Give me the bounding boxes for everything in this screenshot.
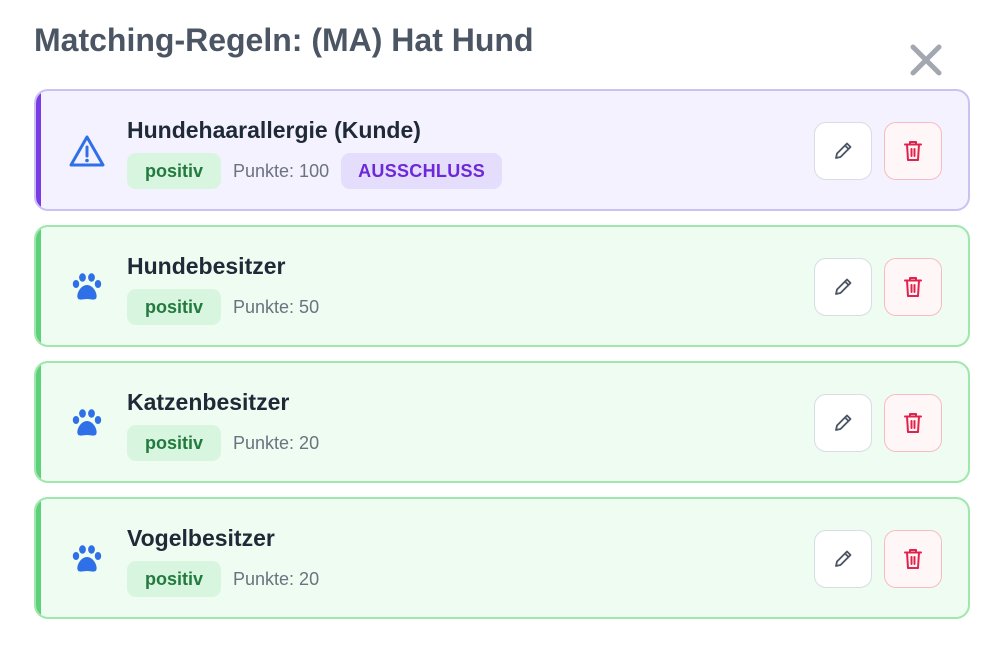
positive-badge: positiv: [127, 153, 222, 189]
edit-button[interactable]: [814, 258, 872, 316]
rule-name: Vogelbesitzer: [127, 525, 275, 551]
delete-button[interactable]: [884, 122, 942, 180]
rule-accent-bar: [36, 363, 41, 481]
rule-accent-bar: [36, 227, 41, 345]
delete-button[interactable]: [884, 394, 942, 452]
close-button[interactable]: [904, 38, 948, 82]
rule-meta: positiv Punkte: 20: [127, 561, 319, 597]
rule-name: Hundebesitzer: [127, 253, 286, 279]
rule-accent-bar: [36, 499, 41, 617]
pencil-icon: [835, 278, 852, 295]
rule-name: Hundehaarallergie (Kunde): [127, 117, 421, 143]
rule-meta: positiv Punkte: 20: [127, 425, 319, 461]
trash-icon: [904, 549, 922, 569]
rule-meta: positiv Punkte: 100 AUSSCHLUSS: [127, 153, 503, 189]
trash-icon: [904, 413, 922, 433]
rule-meta: positiv Punkte: 50: [127, 289, 319, 325]
rule-card: Hundebesitzer positiv Punkte: 50: [34, 225, 970, 347]
rule-name: Katzenbesitzer: [127, 389, 290, 415]
pencil-icon: [835, 550, 852, 567]
rule-points: Punkte: 100: [233, 161, 330, 181]
trash-icon: [904, 277, 922, 297]
positive-badge: positiv: [127, 289, 222, 325]
delete-button[interactable]: [884, 530, 942, 588]
dialog-title: Matching-Regeln: (MA) Hat Hund: [34, 22, 534, 58]
rule-card: Katzenbesitzer positiv Punkte: 20: [34, 361, 970, 483]
delete-button[interactable]: [884, 258, 942, 316]
trash-icon: [904, 141, 922, 161]
edit-button[interactable]: [814, 530, 872, 588]
rule-points: Punkte: 20: [233, 569, 320, 589]
rules-list: Hundehaarallergie (Kunde) positiv Punkte…: [34, 89, 970, 633]
pencil-icon: [835, 142, 852, 159]
positive-badge: positiv: [127, 561, 222, 597]
rule-card: Vogelbesitzer positiv Punkte: 20: [34, 497, 970, 619]
rule-points: Punkte: 20: [233, 433, 320, 453]
positive-badge: positiv: [127, 425, 222, 461]
exclusion-badge: AUSSCHLUSS: [341, 153, 503, 189]
paw-icon: [68, 542, 106, 576]
close-icon: [910, 44, 942, 76]
rule-points: Punkte: 50: [233, 297, 320, 317]
matching-rules-dialog: Matching-Regeln: (MA) Hat Hund Hundehaar…: [0, 0, 1000, 652]
rule-accent-bar: [36, 91, 41, 209]
edit-button[interactable]: [814, 122, 872, 180]
paw-icon: [68, 406, 106, 440]
warning-icon: [68, 134, 106, 168]
rule-card: Hundehaarallergie (Kunde) positiv Punkte…: [34, 89, 970, 211]
edit-button[interactable]: [814, 394, 872, 452]
pencil-icon: [835, 414, 852, 431]
paw-icon: [68, 270, 106, 304]
